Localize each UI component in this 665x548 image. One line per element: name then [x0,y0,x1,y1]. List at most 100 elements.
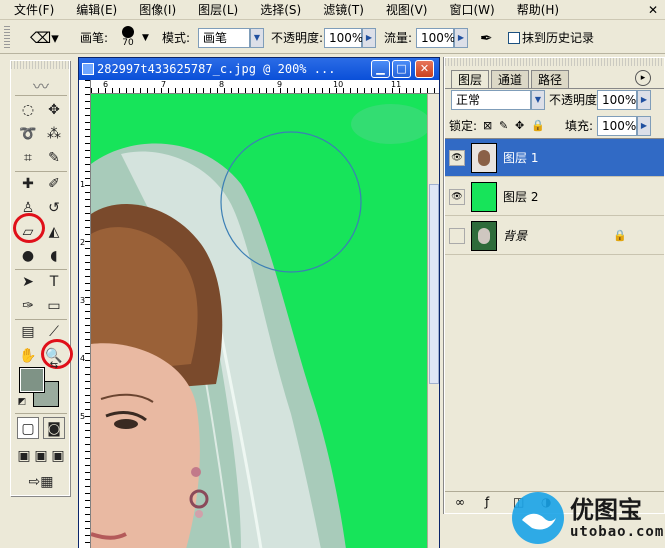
ruler-label: 2 [80,238,86,247]
history-label: 抹到历史记录 [522,31,595,45]
magic-wand-icon[interactable]: ⁂ [43,123,65,145]
menu-image[interactable]: 图像(I) [139,1,176,18]
menu-file[interactable]: 文件(F) [14,1,54,18]
image-canvas[interactable] [91,94,427,548]
menu-edit[interactable]: 编辑(E) [76,1,117,18]
menu-layer[interactable]: 图层(L) [198,1,238,18]
screen-mode-2-icon[interactable]: ▣ [32,445,50,467]
notes-icon[interactable]: ▤ [17,321,39,343]
eye-hidden-icon[interactable]: · [449,228,465,244]
mode-dropdown-icon[interactable]: ▼ [250,28,264,48]
thumb-figure [478,150,490,166]
mode-select[interactable]: 画笔 [198,28,250,48]
options-grip[interactable] [4,26,10,48]
paint-bucket-icon[interactable]: ◭ [43,221,65,243]
ruler-ticks [91,88,439,93]
ruler-label: 7 [161,80,167,89]
history-checkbox[interactable] [508,32,520,44]
brush-label: 画笔: [80,31,109,45]
options-bar: ⌫▾ 画笔: 70 ▼ 模式: 画笔 ▼ 不透明度: 100% ▶ 流量: 10… [0,21,665,54]
watermark-brand: 优图宝 [570,496,642,524]
eye-icon[interactable]: 👁 [449,189,465,205]
layer-style-icon[interactable]: ƒ [485,495,489,509]
maximize-icon[interactable]: □ [392,60,411,78]
document-title: 282997t433625787_c.jpg @ 200% ... [97,62,336,76]
minimize-icon[interactable]: ▁ [371,60,390,78]
airbrush-icon[interactable]: ✒ [480,28,493,48]
layer-name: 图层 1 [503,151,539,165]
move-icon[interactable]: ✥ [43,99,65,121]
layer-opacity-arrow-icon[interactable]: ▶ [637,90,651,110]
flow-arrow-icon[interactable]: ▶ [454,28,468,48]
opacity-field[interactable]: 100% [324,28,363,48]
vertical-scrollbar[interactable] [427,94,439,548]
marquee-icon[interactable]: ◌ [17,99,39,121]
menu-select[interactable]: 选择(S) [260,1,301,18]
panel-grip[interactable] [445,58,664,66]
layer-row[interactable]: 👁 图层 1 [445,139,664,177]
brush-dropdown-icon[interactable]: ▼ [142,28,149,48]
history-brush-icon[interactable]: ↺ [43,197,65,219]
type-icon[interactable]: T [43,271,65,293]
lock-all-icon[interactable]: 🔒 [531,116,545,136]
close-icon[interactable]: ✕ [415,60,434,78]
layer-name: 背景 [503,229,528,243]
healing-brush-icon[interactable]: ✚ [17,173,39,195]
blend-mode-dropdown-icon[interactable]: ▼ [531,90,545,110]
shape-icon[interactable]: ▭ [43,295,65,317]
flow-field[interactable]: 100% [416,28,455,48]
hand-icon[interactable]: ✋ [17,345,39,367]
feather-logo-icon: 〰 [32,77,49,96]
ruler-label: 6 [103,80,109,89]
layer-opacity-field[interactable]: 100% [597,90,637,110]
blur-icon[interactable]: ● [17,245,39,267]
ruler-vertical: 1 2 3 4 5 [79,80,91,548]
blend-mode-select[interactable]: 正常 [451,90,531,110]
brush-picker[interactable]: 70 [116,24,140,52]
brush-icon[interactable]: ✐ [43,173,65,195]
link-icon[interactable]: ∞ [455,495,465,509]
fill-arrow-icon[interactable]: ▶ [637,116,651,136]
pen-icon[interactable]: ✑ [17,295,39,317]
menu-help[interactable]: 帮助(H) [517,1,559,18]
watermark-domain: utobao.com [570,524,665,540]
foreground-color-swatch[interactable] [19,367,45,393]
fill-field[interactable]: 100% [597,116,637,136]
lock-transparent-icon[interactable]: ⊠ [483,116,492,136]
toolbox-grip[interactable] [11,61,69,69]
quickmask-mode-icon[interactable]: ◙ [43,417,65,439]
menu-view[interactable]: 视图(V) [386,1,428,18]
screen-mode-1-icon[interactable]: ▣ [15,445,33,467]
ruler-label: 5 [80,412,86,421]
layer-row[interactable]: · 背景 🔒 [445,217,664,255]
fill-label: 填充: [565,119,594,133]
lock-image-icon[interactable]: ✎ [499,116,508,136]
eye-icon[interactable]: 👁 [449,150,465,166]
lock-position-icon[interactable]: ✥ [515,116,524,136]
screen-mode-3-icon[interactable]: ▣ [49,445,67,467]
ruler-label: 10 [333,80,344,89]
lasso-icon[interactable]: ➰ [17,123,39,145]
crop-icon[interactable]: ⌗ [17,147,39,169]
menu-filter[interactable]: 滤镜(T) [323,1,364,18]
layer-row[interactable]: 👁 图层 2 [445,178,664,216]
tab-channels[interactable]: 通道 [491,70,530,88]
menu-window[interactable]: 窗口(W) [449,1,494,18]
default-colors-icon[interactable]: ◩ [15,395,29,409]
jump-to-imageready-icon[interactable]: ⇨▦ [17,471,65,493]
app-close-icon[interactable]: ✕ [645,2,661,18]
path-select-icon[interactable]: ➤ [17,271,39,293]
opacity-arrow-icon[interactable]: ▶ [362,28,376,48]
swap-colors-icon[interactable]: ⇆ [47,359,61,373]
mode-label: 模式: [162,31,191,45]
slice-icon[interactable]: ✎ [43,147,65,169]
ruler-ticks [85,80,90,548]
tab-layers[interactable]: 图层 [451,70,490,88]
scrollbar-thumb[interactable] [429,184,439,384]
dodge-icon[interactable]: ◖ [43,245,65,267]
tab-paths[interactable]: 路径 [531,70,570,88]
eraser-preset-icon[interactable]: ⌫▾ [30,28,59,48]
eraser-highlight-circle [13,213,45,243]
standard-mode-icon[interactable]: ▢ [17,417,39,439]
panel-menu-icon[interactable]: ▸ [635,70,651,86]
